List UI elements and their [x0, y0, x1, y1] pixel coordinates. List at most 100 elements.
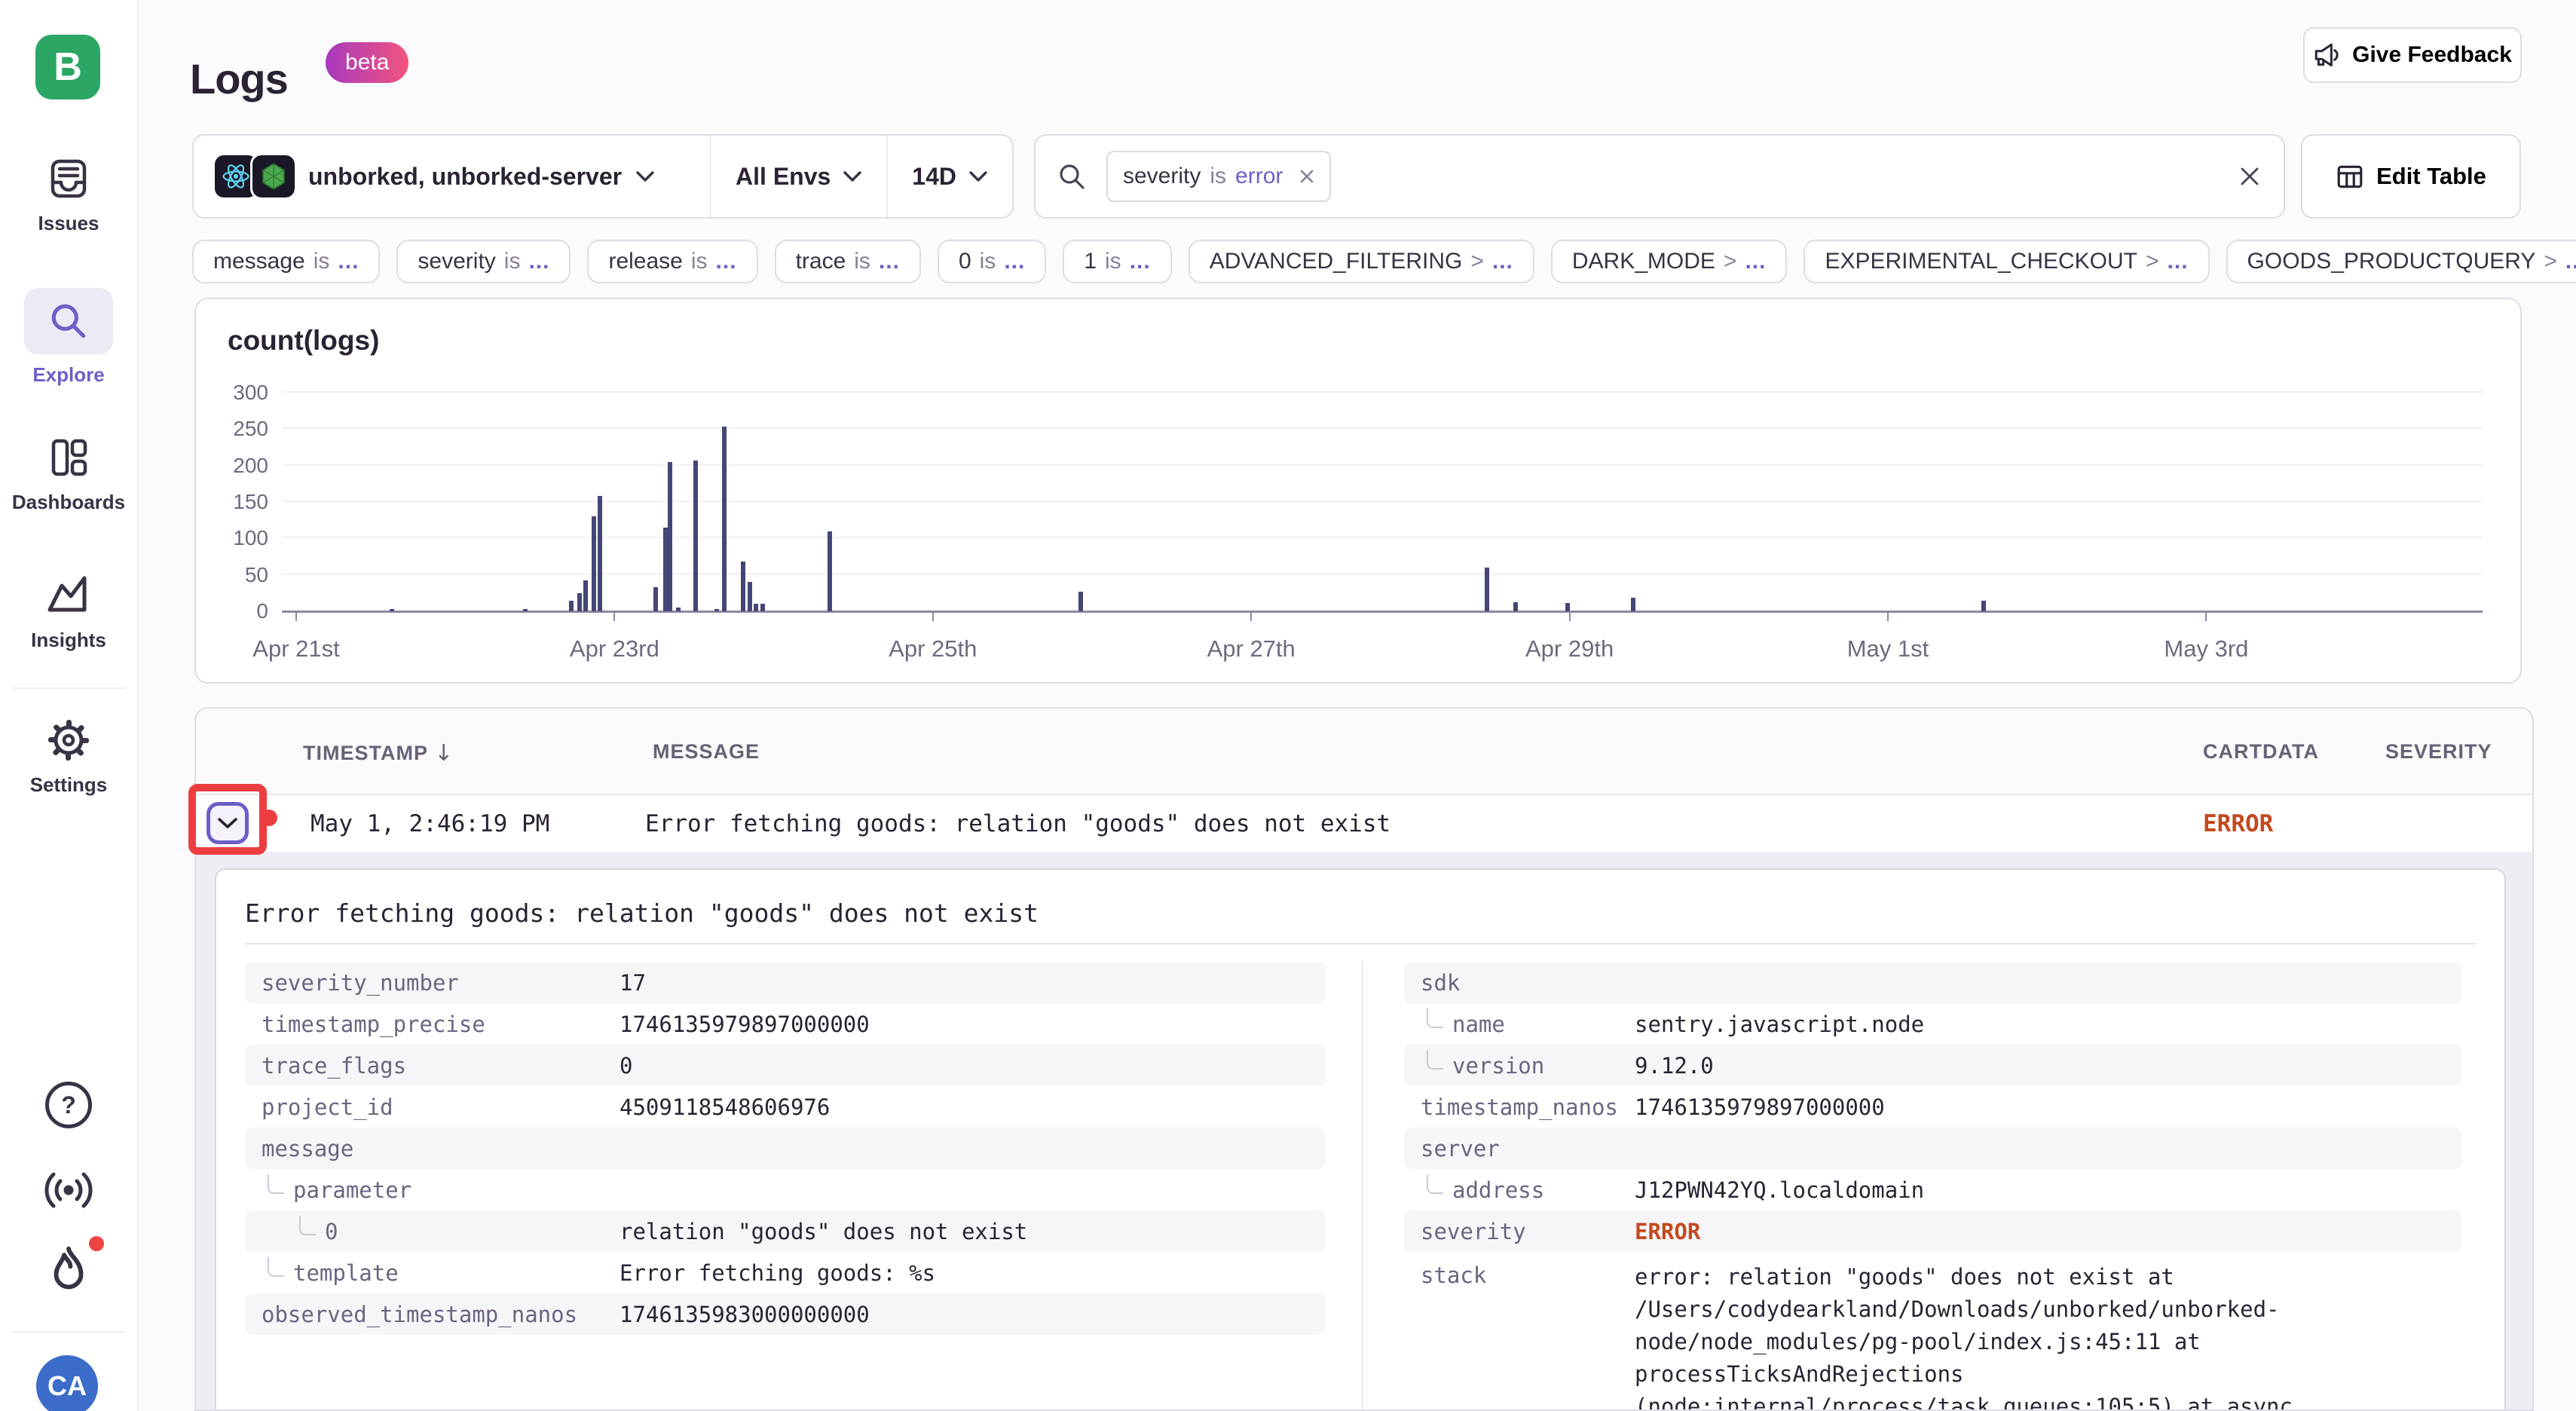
chip-value-ellipsis: ...: [879, 249, 900, 274]
chip-operator: >: [1724, 249, 1737, 274]
attribute-row: templateError fetching goods: %s: [245, 1252, 1326, 1293]
attribute-key: stack: [1404, 1261, 1635, 1288]
chart-bar: [653, 587, 658, 611]
clear-search-icon[interactable]: [2237, 164, 2262, 189]
y-axis-tick-label: 150: [233, 490, 268, 514]
filter-chip[interactable]: releaseis...: [587, 240, 757, 283]
table-row[interactable]: May 1, 2:46:19 PM Error fetching goods: …: [196, 795, 2532, 853]
sidebar-item-label: Dashboards: [12, 491, 125, 514]
edit-table-button[interactable]: Edit Table: [2301, 134, 2521, 219]
chart-bar: [598, 496, 602, 611]
attribute-key: observed_timestamp_nanos: [245, 1302, 620, 1327]
sidebar-item-label: Insights: [31, 629, 106, 652]
chip-operator: is: [314, 249, 330, 274]
table-header-row: TIMESTAMP↓ MESSAGE CARTDATA SEVERITY: [196, 709, 2532, 795]
filter-chip[interactable]: traceis...: [775, 240, 921, 283]
chart-plot-area[interactable]: Apr 21stApr 23rdApr 25thApr 27thApr 29th…: [282, 393, 2483, 611]
y-axis-tick-label: 0: [256, 599, 268, 623]
chip-operator: is: [1105, 249, 1121, 274]
attribute-key: timestamp_precise: [245, 1012, 620, 1037]
filter-chip[interactable]: severityis...: [396, 240, 571, 283]
chip-operator: is: [980, 249, 996, 274]
chip-operator: is: [691, 249, 708, 274]
column-header-severity[interactable]: SEVERITY: [2385, 740, 2492, 764]
attribute-key: severity_number: [245, 970, 620, 996]
org-logo[interactable]: B: [35, 35, 100, 99]
attribute-value: sentry.javascript.node: [1635, 1012, 1924, 1037]
gear-icon: [44, 716, 93, 764]
page-title: Logs: [190, 54, 288, 103]
filter-chip[interactable]: 0is...: [938, 240, 1046, 283]
chip-key: ADVANCED_FILTERING: [1210, 249, 1463, 274]
user-avatar[interactable]: CA: [36, 1355, 98, 1411]
insights-icon: [44, 571, 93, 620]
chart-bar: [1631, 598, 1635, 611]
attribute-row: observed_timestamp_nanos1746135983000000…: [245, 1293, 1326, 1335]
whats-new-button[interactable]: [0, 1245, 137, 1295]
chart-bar: [1565, 603, 1570, 611]
chart-bar: [523, 609, 528, 611]
chart-bar: [668, 462, 672, 611]
help-icon: ?: [45, 1082, 92, 1128]
detail-title: Error fetching goods: relation "goods" d…: [245, 898, 1039, 928]
filter-chip[interactable]: ADVANCED_FILTERING>...: [1189, 240, 1534, 283]
filter-chip[interactable]: GOODS_PRODUCTQUERY>...: [2226, 240, 2576, 283]
chart-bar: [1513, 602, 1518, 611]
sidebar-item-settings[interactable]: Settings: [0, 716, 137, 797]
explore-selected-pill: [24, 288, 113, 354]
x-axis-tick-label: Apr 29th: [1525, 635, 1614, 663]
search-input[interactable]: severity is error: [1034, 134, 2285, 219]
token-operator: is: [1210, 164, 1226, 189]
chart-bar: [754, 604, 758, 611]
y-axis-tick-label: 50: [245, 563, 268, 587]
give-feedback-button[interactable]: Give Feedback: [2303, 27, 2522, 83]
chip-operator: >: [2544, 249, 2557, 274]
remove-token-icon[interactable]: [1299, 169, 1314, 184]
chip-operator: >: [1470, 249, 1484, 274]
attribute-value: 0: [620, 1053, 632, 1079]
filter-chip[interactable]: DARK_MODE>...: [1551, 240, 1788, 283]
chart-bar: [569, 601, 574, 612]
whats-new-flame-icon: [45, 1245, 92, 1295]
chip-operator: >: [2146, 249, 2159, 274]
logs-table: TIMESTAMP↓ MESSAGE CARTDATA SEVERITY May 1,…: [194, 707, 2534, 1411]
column-header-cartdata[interactable]: CARTDATA: [2203, 740, 2319, 764]
chart-bar: [663, 528, 668, 611]
filter-chip[interactable]: EXPERIMENTAL_CHECKOUT>...: [1804, 240, 2209, 283]
attribute-row: 0relation "goods" does not exist: [245, 1211, 1326, 1252]
attribute-row: timestamp_nanos1746135979897000000: [1404, 1086, 2462, 1128]
search-filter-token[interactable]: severity is error: [1106, 151, 1331, 202]
logs-count-chart: count(logs) 050100150200250300 Apr 21stA…: [194, 298, 2522, 684]
chip-key: 1: [1084, 249, 1097, 274]
x-axis-tick: [2205, 611, 2207, 621]
attribute-value: 1746135983000000000: [620, 1302, 870, 1327]
chip-value-ellipsis: ...: [528, 249, 549, 274]
attribute-value: 4509118548606976: [620, 1094, 830, 1120]
column-header-message[interactable]: MESSAGE: [653, 740, 760, 764]
sidebar-item-dashboards[interactable]: Dashboards: [0, 433, 137, 514]
chart-gridline: [282, 427, 2483, 429]
help-button[interactable]: ?: [0, 1082, 137, 1128]
detail-attributes-right: sdknamesentry.javascript.nodeversion9.12…: [1404, 962, 2462, 1411]
beta-badge: beta: [326, 42, 408, 83]
sidebar-item-insights[interactable]: Insights: [0, 571, 137, 652]
expand-row-button[interactable]: [207, 802, 249, 844]
chart-x-axis-line: [282, 611, 2483, 613]
column-header-timestamp[interactable]: TIMESTAMP↓: [303, 740, 454, 767]
date-range-selector[interactable]: 14D: [888, 163, 1012, 191]
sidebar-item-issues[interactable]: Issues: [0, 155, 137, 235]
chart-gridline: [282, 500, 2483, 502]
broadcast-button[interactable]: [0, 1168, 137, 1212]
project-selector[interactable]: unborked, unborked-server: [194, 155, 710, 197]
sidebar-item-explore[interactable]: Explore: [0, 288, 137, 387]
chip-value-ellipsis: ...: [1130, 249, 1151, 274]
dashboards-icon: [44, 433, 93, 482]
filter-chip[interactable]: 1 is...: [1063, 240, 1171, 283]
chart-bar: [390, 609, 394, 611]
attribute-row: severity_number17: [245, 962, 1326, 1003]
filter-chip[interactable]: messageis...: [192, 240, 380, 283]
attribute-key: trace_flags: [245, 1053, 620, 1079]
notification-dot: [89, 1236, 104, 1251]
environment-selector[interactable]: All Envs: [711, 163, 886, 191]
chart-bar: [748, 582, 752, 611]
